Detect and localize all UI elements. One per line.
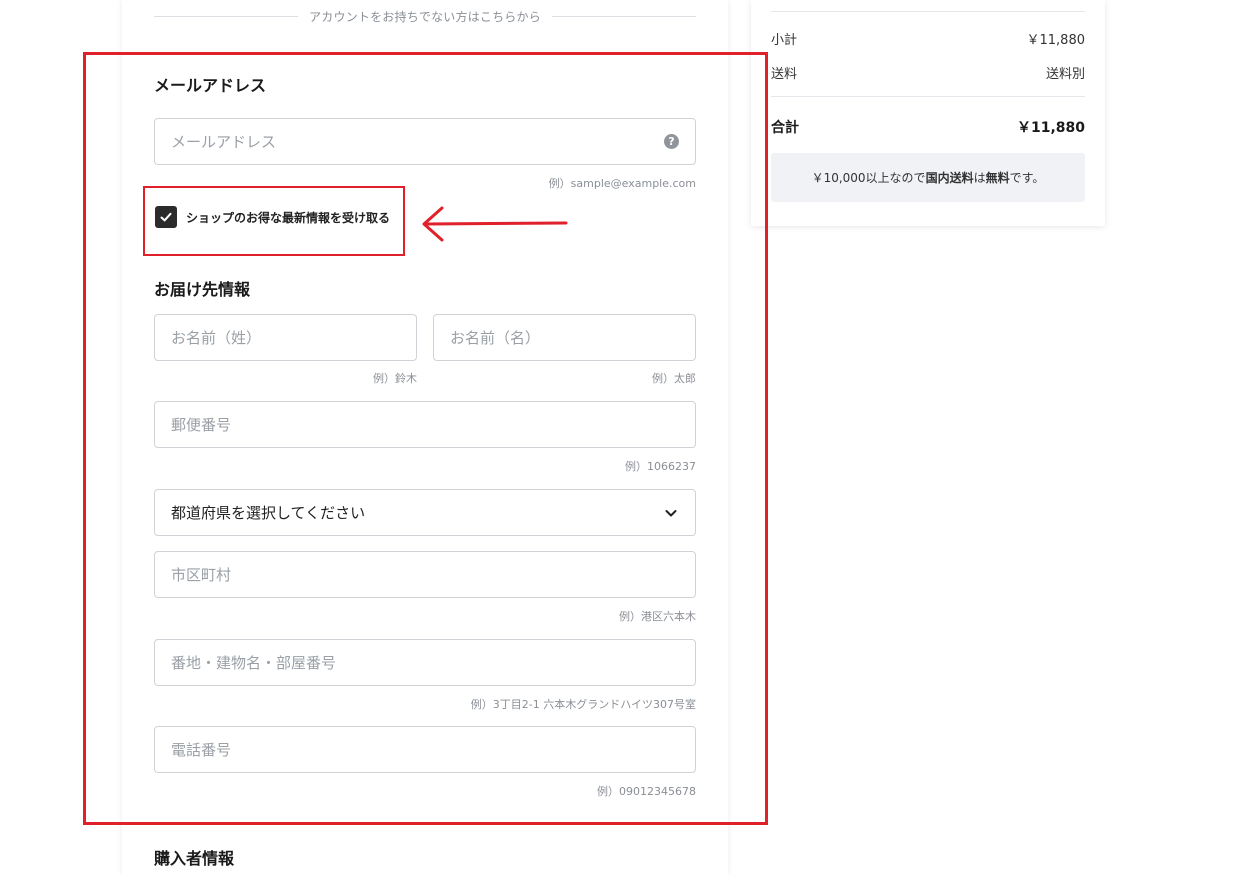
buyer-heading: 購入者情報 — [154, 849, 235, 868]
phone-field-wrapper — [154, 726, 696, 773]
first-name-input[interactable] — [450, 328, 679, 347]
last-name-hint: 例）鈴木 — [373, 372, 417, 385]
total-row: 合計 ￥11,880 — [771, 117, 1085, 137]
subtotal-label: 小計 — [771, 33, 798, 48]
notice-text-mid: は — [973, 171, 986, 185]
notice-text-post: です。 — [1009, 171, 1045, 185]
shipping-fee-row: 送料 送料別 — [771, 63, 1085, 82]
city-hint: 例）港区六本木 — [619, 610, 696, 623]
divider-line-right — [552, 16, 696, 17]
phone-hint: 例）09012345678 — [597, 785, 696, 798]
subtotal-value: ￥11,880 — [1026, 33, 1086, 48]
total-value: ￥11,880 — [1016, 120, 1085, 136]
summary-divider-middle — [771, 96, 1085, 97]
email-hint: 例）sample@example.com — [548, 177, 696, 190]
postal-code-field-wrapper — [154, 401, 696, 448]
city-field-wrapper — [154, 551, 696, 598]
notice-text-pre: ￥10,000以上なので — [811, 171, 926, 185]
newsletter-option[interactable]: ショップのお得な最新情報を受け取る — [155, 206, 390, 228]
checkmark-icon — [160, 212, 172, 222]
address-input[interactable] — [171, 653, 679, 672]
postal-code-input[interactable] — [171, 415, 679, 434]
chevron-down-icon — [665, 509, 677, 516]
free-shipping-notice: ￥10,000以上なので 国内送料 は 無料 です。 — [771, 153, 1085, 202]
subtotal-row: 小計 ￥11,880 — [771, 29, 1085, 48]
email-input[interactable] — [171, 132, 679, 151]
first-name-hint: 例）太郎 — [652, 372, 696, 385]
newsletter-checkbox[interactable] — [155, 206, 177, 228]
account-divider: アカウントをお持ちでない方はこちらから — [154, 8, 696, 26]
shipping-heading: お届け先情報 — [154, 280, 251, 299]
question-circle-icon[interactable]: ? — [664, 134, 679, 149]
postal-code-hint: 例）1066237 — [625, 460, 696, 473]
annotation-arrow-icon — [422, 206, 568, 242]
phone-input[interactable] — [171, 740, 679, 759]
last-name-field-wrapper — [154, 314, 417, 361]
summary-divider-top — [771, 11, 1085, 12]
prefecture-selected-value: 都道府県を選択してください — [171, 504, 366, 522]
notice-text-free: 無料 — [985, 171, 1010, 185]
newsletter-label: ショップのお得な最新情報を受け取る — [186, 210, 391, 225]
email-heading: メールアドレス — [154, 76, 267, 95]
address-field-wrapper — [154, 639, 696, 686]
city-input[interactable] — [171, 565, 679, 584]
address-hint: 例）3丁目2-1 六本木グランドハイツ307号室 — [470, 698, 696, 711]
shipping-fee-value: 送料別 — [1045, 67, 1085, 82]
notice-text-domestic-shipping: 国内送料 — [925, 171, 974, 185]
email-field-wrapper: ? — [154, 118, 696, 165]
total-label: 合計 — [771, 120, 799, 136]
first-name-field-wrapper — [433, 314, 696, 361]
shipping-fee-label: 送料 — [771, 67, 798, 82]
last-name-input[interactable] — [171, 328, 400, 347]
prefecture-select[interactable]: 都道府県を選択してください — [154, 489, 696, 536]
